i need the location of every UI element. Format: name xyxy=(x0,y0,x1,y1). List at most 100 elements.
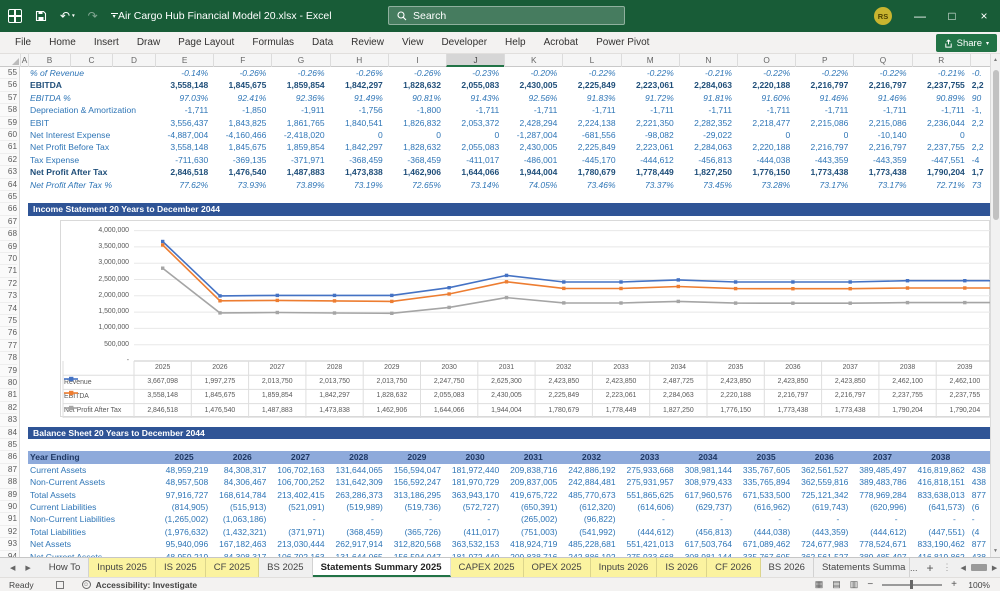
redo-icon[interactable]: ↷ xyxy=(88,10,98,22)
cell[interactable]: 416,818,151 xyxy=(912,476,965,488)
avatar[interactable]: RS xyxy=(874,7,892,25)
cell[interactable]: (620,996) xyxy=(853,501,906,513)
sheet-tab-opex-2025[interactable]: OPEX 2025 xyxy=(523,558,591,577)
cell[interactable]: 833,638,013 xyxy=(912,489,965,501)
cell[interactable]: 263,286,373 xyxy=(330,489,383,501)
horizontal-scrollbar[interactable]: ◀ ▶ xyxy=(961,564,997,572)
column-header-G[interactable]: G xyxy=(271,54,329,67)
cell[interactable]: (650,391) xyxy=(504,501,557,513)
cell[interactable]: (1,976,632) xyxy=(155,526,208,538)
cell[interactable]: 131,644,065 xyxy=(330,464,383,476)
cell[interactable]: -369,135 xyxy=(213,154,267,166)
cell[interactable]: 91.46% xyxy=(853,92,907,104)
cell[interactable]: (521,091) xyxy=(271,501,324,513)
cell[interactable]: 2,846,518 xyxy=(155,166,208,178)
cell-partial[interactable]: -4 xyxy=(972,154,990,166)
cell[interactable]: -98,082 xyxy=(621,129,674,141)
cell[interactable]: 419,675,722 xyxy=(504,489,557,501)
cell[interactable]: 312,820,568 xyxy=(388,538,441,550)
row-header-81[interactable]: 81 xyxy=(0,389,17,402)
cell[interactable]: 72.71% xyxy=(912,179,965,191)
cell[interactable]: -368,459 xyxy=(330,154,383,166)
cell[interactable]: (519,989) xyxy=(330,501,382,513)
ribbon-tab-data[interactable]: Data xyxy=(303,32,342,54)
cell[interactable]: (443,359) xyxy=(795,526,848,538)
cell[interactable]: (96,822) xyxy=(562,513,616,525)
row-header-58[interactable]: 58 xyxy=(0,104,17,117)
cell[interactable]: 181,972,440 xyxy=(446,464,499,476)
cell[interactable]: -1,850 xyxy=(213,104,266,116)
cell[interactable]: (614,606) xyxy=(621,501,673,513)
cell[interactable]: 73.17% xyxy=(795,179,849,191)
row-header-92[interactable]: 92 xyxy=(0,526,17,539)
cell[interactable]: 2,284,063 xyxy=(679,79,732,91)
ribbon-tab-draw[interactable]: Draw xyxy=(128,32,169,54)
cell[interactable]: - xyxy=(621,513,665,525)
cell[interactable]: 92.36% xyxy=(271,92,325,104)
cell[interactable]: 0 xyxy=(330,129,383,141)
cell[interactable]: 3,558,148 xyxy=(155,79,208,91)
page-layout-view-icon[interactable]: ▤ xyxy=(832,579,841,590)
cell[interactable]: 1,644,066 xyxy=(446,166,499,178)
cell[interactable]: 73.89% xyxy=(271,179,325,191)
cell[interactable]: 2,237,755 xyxy=(912,141,965,153)
cell[interactable]: 73.37% xyxy=(621,179,674,191)
row-header-93[interactable]: 93 xyxy=(0,538,17,551)
cell[interactable]: 48,957,508 xyxy=(155,476,209,488)
cell[interactable]: 2,225,849 xyxy=(562,79,616,91)
income-statement-chart[interactable]: 4,000,000 3,500,000 3,000,000 2,500,000 2,00… xyxy=(60,220,990,418)
cell[interactable]: 1,826,832 xyxy=(388,117,441,129)
tab-nav-left-icon[interactable]: ◀ xyxy=(10,564,15,572)
row-header-83[interactable]: 83 xyxy=(0,414,17,427)
column-header-M[interactable]: M xyxy=(620,54,679,67)
cell-partial[interactable]: 438 xyxy=(972,476,990,488)
cell[interactable]: -0.22% xyxy=(737,67,790,79)
cell[interactable]: -444,038 xyxy=(737,154,791,166)
cell[interactable]: -2,418,020 xyxy=(271,129,325,141)
row-header-69[interactable]: 69 xyxy=(0,241,17,253)
minimize-button[interactable]: — xyxy=(904,0,936,32)
add-sheet-button[interactable]: + xyxy=(926,561,933,575)
cell[interactable]: 242,886,192 xyxy=(562,464,615,476)
cell[interactable]: (629,737) xyxy=(679,501,732,513)
cell[interactable]: (519,736) xyxy=(388,501,441,513)
cell[interactable]: 485,770,673 xyxy=(562,489,615,501)
row-header-59[interactable]: 59 xyxy=(0,117,17,129)
cell-partial[interactable]: -0. xyxy=(972,67,990,79)
row-header-55[interactable]: 55 xyxy=(0,67,17,80)
cell[interactable]: -10,140 xyxy=(853,129,907,141)
vertical-scrollbar[interactable]: ▲ ▼ xyxy=(990,54,1000,557)
cell[interactable]: 418,924,719 xyxy=(504,538,557,550)
cell[interactable]: 363,532,153 xyxy=(446,538,499,550)
cell[interactable]: 1,840,541 xyxy=(330,117,383,129)
ribbon-tab-formulas[interactable]: Formulas xyxy=(243,32,303,54)
row-header-63[interactable]: 63 xyxy=(0,166,17,179)
cell[interactable]: -1,711 xyxy=(621,104,673,116)
cell[interactable]: 73.28% xyxy=(737,179,790,191)
cell[interactable]: 1,476,540 xyxy=(213,166,267,178)
cell[interactable]: 313,186,295 xyxy=(388,489,441,501)
sheet-tab-capex-2025[interactable]: CAPEX 2025 xyxy=(450,558,524,577)
cell[interactable]: -368,459 xyxy=(388,154,441,166)
row-header-73[interactable]: 73 xyxy=(0,290,17,303)
share-button[interactable]: Share ▾ xyxy=(935,34,997,52)
cell[interactable]: 275,931,957 xyxy=(621,476,674,488)
ribbon-tab-help[interactable]: Help xyxy=(496,32,535,54)
cell[interactable]: -0.22% xyxy=(562,67,616,79)
cell[interactable]: 91.83% xyxy=(562,92,616,104)
cell[interactable]: 2,224,138 xyxy=(562,117,616,129)
cell[interactable]: -443,359 xyxy=(795,154,849,166)
cell[interactable]: -0.26% xyxy=(330,67,383,79)
cell[interactable]: 156,594,047 xyxy=(388,464,441,476)
cell[interactable]: -0.14% xyxy=(155,67,208,79)
cell[interactable]: -1,756 xyxy=(330,104,383,116)
cell[interactable]: 91.49% xyxy=(330,92,383,104)
cell[interactable]: -456,813 xyxy=(679,154,732,166)
cell[interactable]: 1,828,632 xyxy=(388,141,441,153)
hscroll-right-icon[interactable]: ▶ xyxy=(992,564,997,572)
cell[interactable]: 2,218,477 xyxy=(737,117,790,129)
cell[interactable]: 308,979,433 xyxy=(679,476,732,488)
cell[interactable]: 2,428,294 xyxy=(504,117,558,129)
cell[interactable]: 1,773,438 xyxy=(795,166,849,178)
row-header-61[interactable]: 61 xyxy=(0,141,17,154)
